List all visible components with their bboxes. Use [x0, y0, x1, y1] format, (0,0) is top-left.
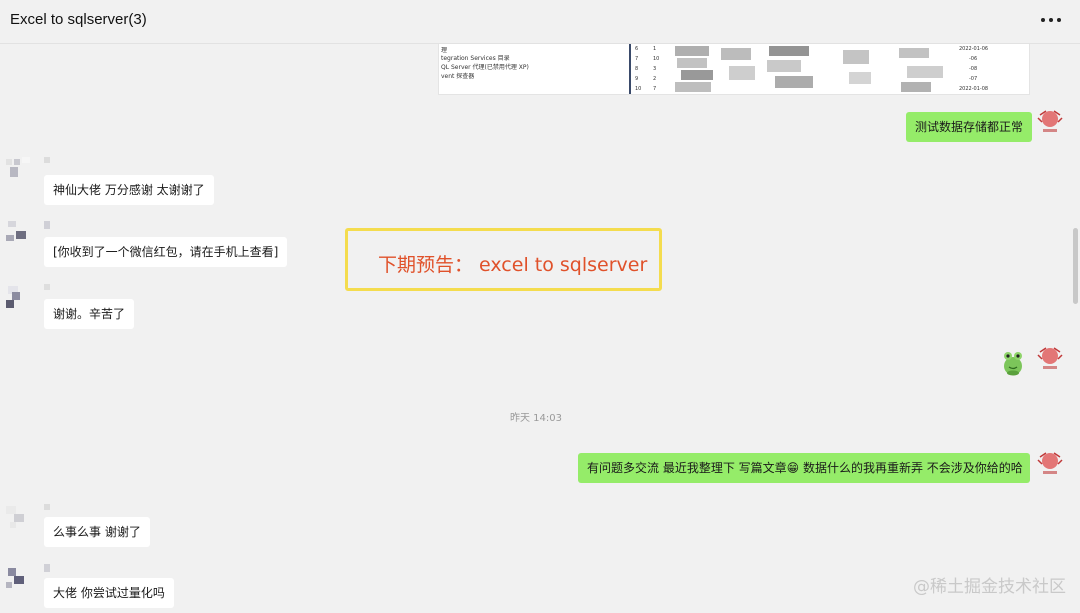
my-avatar-icon[interactable] — [1037, 109, 1063, 139]
shared-screenshot-image[interactable]: 理 tegration Services 目录 QL Server 代理(已禁用… — [438, 44, 1030, 95]
site-watermark: @稀土掘金技术社区 — [913, 577, 1066, 597]
chat-header: Excel to sqlserver(3) — [0, 0, 1080, 44]
more-options-icon[interactable] — [1040, 12, 1062, 28]
announcement-box: 下期预告： excel to sqlserver — [345, 228, 662, 291]
pane-divider — [629, 44, 631, 94]
date-cell: 2022-01-06 — [959, 46, 989, 52]
tree-item: QL Server 代理(已禁用代理 XP) — [441, 64, 529, 71]
my-avatar-icon[interactable] — [1037, 451, 1063, 481]
row-number: 6 — [635, 46, 639, 52]
row-number: 7 — [635, 56, 639, 62]
date-cell: -08 — [969, 66, 978, 72]
row-value: 10 — [653, 56, 660, 62]
row-value: 1 — [653, 46, 657, 52]
my-avatar-icon[interactable] — [1037, 346, 1063, 376]
message-bubble-me[interactable]: 测试数据存储都正常 — [906, 112, 1033, 142]
tree-item: tegration Services 目录 — [441, 55, 510, 62]
message-bubble-them[interactable]: 么事么事 谢谢了 — [44, 517, 150, 547]
row-value: 3 — [653, 66, 657, 72]
message-bubble-them[interactable]: 谢谢。辛苦了 — [44, 299, 135, 329]
object-explorer-fragment: 理 tegration Services 目录 QL Server 代理(已禁用… — [439, 44, 629, 94]
row-value: 2 — [653, 76, 657, 82]
chat-title: Excel to sqlserver(3) — [10, 11, 147, 28]
message-bubble-them[interactable]: 神仙大佬 万分感谢 太谢谢了 — [44, 175, 214, 205]
chat-scrollbar[interactable] — [1073, 228, 1078, 304]
red-packet-notice[interactable]: [你收到了一个微信红包，请在手机上查看] — [44, 237, 288, 267]
date-cell: 2022-01-08 — [959, 86, 989, 92]
message-timestamp: 昨天 14:03 — [510, 413, 562, 424]
date-cell: -07 — [969, 76, 978, 82]
message-bubble-them[interactable]: 大佬 你尝试过量化吗 — [44, 578, 174, 608]
row-number: 9 — [635, 76, 639, 82]
row-number: 8 — [635, 66, 639, 72]
row-number: 10 — [635, 86, 642, 92]
tree-item: vent 探查器 — [441, 73, 475, 80]
row-value: 7 — [653, 86, 657, 92]
announcement-text: 下期预告： excel to sqlserver — [378, 254, 648, 276]
date-cell: -06 — [969, 56, 978, 62]
frog-sticker-icon[interactable] — [1000, 349, 1026, 377]
message-bubble-me[interactable]: 有问题多交流 最近我整理下 写篇文章😁 数据什么的我再重新弄 不会涉及你给的哈 — [578, 453, 1030, 483]
